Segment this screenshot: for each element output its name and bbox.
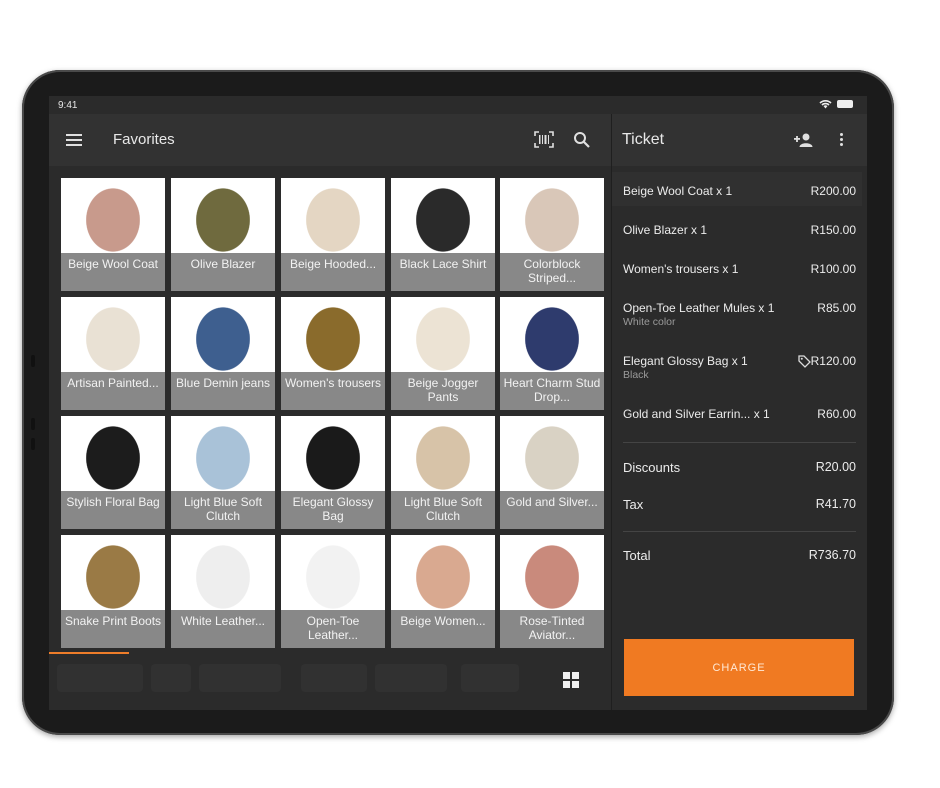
category-tab[interactable] bbox=[301, 664, 367, 692]
product-tile[interactable]: Beige Women... bbox=[391, 535, 495, 648]
product-image bbox=[500, 535, 604, 610]
discounts-row: Discounts R20.00 bbox=[623, 460, 856, 475]
divider bbox=[623, 442, 856, 443]
product-tile[interactable]: Heart Charm Stud Drop... bbox=[500, 297, 604, 410]
product-label: Rose-Tinted Aviator... bbox=[500, 610, 604, 648]
divider bbox=[623, 531, 856, 532]
product-tile[interactable]: Olive Blazer bbox=[171, 178, 275, 291]
product-image bbox=[171, 535, 275, 610]
product-label: White Leather... bbox=[171, 610, 275, 648]
product-label: Light Blue Soft Clutch bbox=[171, 491, 275, 529]
product-image bbox=[281, 178, 385, 253]
product-image bbox=[171, 416, 275, 491]
product-label: Beige Wool Coat bbox=[61, 253, 165, 291]
catalog-header: Favorites bbox=[49, 114, 611, 166]
total-row: Total R736.70 bbox=[623, 548, 856, 563]
product-label: Elegant Glossy Bag bbox=[281, 491, 385, 529]
battery-icon bbox=[837, 100, 853, 108]
category-tab[interactable] bbox=[461, 664, 519, 692]
category-tab[interactable] bbox=[57, 664, 143, 692]
product-label: Beige Hooded... bbox=[281, 253, 385, 291]
product-tile[interactable]: Colorblock Striped... bbox=[500, 178, 604, 291]
product-tile[interactable]: White Leather... bbox=[171, 535, 275, 648]
product-image bbox=[391, 416, 495, 491]
screen: 9:41 Favorites Beige Wool CoatOlive Bla bbox=[49, 96, 867, 710]
product-tile[interactable]: Beige Jogger Pants bbox=[391, 297, 495, 410]
status-time: 9:41 bbox=[58, 100, 78, 111]
product-image bbox=[281, 416, 385, 491]
ticket-title: Ticket bbox=[622, 131, 665, 148]
category-tab[interactable] bbox=[199, 664, 281, 692]
grid-view-icon[interactable] bbox=[563, 672, 579, 688]
product-label: Artisan Painted... bbox=[61, 372, 165, 410]
charge-button[interactable]: CHARGE bbox=[624, 639, 854, 696]
product-tile[interactable]: Beige Wool Coat bbox=[61, 178, 165, 291]
side-button bbox=[31, 418, 35, 430]
product-image bbox=[281, 297, 385, 372]
ticket-header: Ticket bbox=[612, 114, 867, 166]
category-tab[interactable] bbox=[151, 664, 191, 692]
product-tile[interactable]: Black Lace Shirt bbox=[391, 178, 495, 291]
product-image bbox=[391, 535, 495, 610]
product-label: Light Blue Soft Clutch bbox=[391, 491, 495, 529]
product-image bbox=[171, 297, 275, 372]
product-label: Open-Toe Leather... bbox=[281, 610, 385, 648]
add-customer-icon[interactable] bbox=[793, 132, 815, 148]
wifi-icon bbox=[819, 100, 832, 109]
product-tile[interactable]: Snake Print Boots bbox=[61, 535, 165, 648]
product-tile[interactable]: Light Blue Soft Clutch bbox=[171, 416, 275, 529]
product-image bbox=[500, 297, 604, 372]
product-label: Beige Jogger Pants bbox=[391, 372, 495, 410]
product-image bbox=[281, 535, 385, 610]
product-label: Gold and Silver... bbox=[500, 491, 604, 529]
active-category-indicator bbox=[49, 652, 129, 654]
product-image bbox=[61, 297, 165, 372]
search-icon[interactable] bbox=[573, 131, 591, 149]
product-tile[interactable]: Gold and Silver... bbox=[500, 416, 604, 529]
product-image bbox=[391, 178, 495, 253]
discount-tag-icon bbox=[798, 355, 811, 368]
product-label: Olive Blazer bbox=[171, 253, 275, 291]
status-bar: 9:41 bbox=[49, 96, 867, 114]
product-tile[interactable]: Beige Hooded... bbox=[281, 178, 385, 291]
barcode-scan-icon[interactable] bbox=[534, 131, 554, 148]
more-options-icon[interactable] bbox=[840, 133, 844, 147]
product-label: Heart Charm Stud Drop... bbox=[500, 372, 604, 410]
product-label: Women's trousers bbox=[281, 372, 385, 410]
product-tile[interactable]: Blue Demin jeans bbox=[171, 297, 275, 410]
product-label: Colorblock Striped... bbox=[500, 253, 604, 291]
category-tab[interactable] bbox=[375, 664, 447, 692]
product-tile[interactable]: Open-Toe Leather... bbox=[281, 535, 385, 648]
page-title: Favorites bbox=[113, 131, 175, 148]
product-image bbox=[61, 535, 165, 610]
product-image bbox=[500, 178, 604, 253]
ticket-panel: Beige Wool Coat x 1 R200.00 Olive Blazer… bbox=[612, 166, 867, 710]
product-image bbox=[61, 178, 165, 253]
product-tile[interactable]: Elegant Glossy Bag bbox=[281, 416, 385, 529]
product-tile[interactable]: Women's trousers bbox=[281, 297, 385, 410]
product-label: Snake Print Boots bbox=[61, 610, 165, 648]
product-image bbox=[61, 416, 165, 491]
product-label: Blue Demin jeans bbox=[171, 372, 275, 410]
side-button bbox=[31, 355, 35, 367]
tax-row: Tax R41.70 bbox=[623, 497, 856, 512]
product-label: Black Lace Shirt bbox=[391, 253, 495, 291]
product-tile[interactable]: Light Blue Soft Clutch bbox=[391, 416, 495, 529]
product-image bbox=[500, 416, 604, 491]
product-tile[interactable]: Rose-Tinted Aviator... bbox=[500, 535, 604, 648]
product-label: Stylish Floral Bag bbox=[61, 491, 165, 529]
side-button bbox=[31, 438, 35, 450]
hamburger-menu-icon[interactable] bbox=[66, 134, 82, 146]
product-tile[interactable]: Stylish Floral Bag bbox=[61, 416, 165, 529]
product-image bbox=[391, 297, 495, 372]
category-bar bbox=[49, 652, 611, 710]
product-label: Beige Women... bbox=[391, 610, 495, 648]
product-image bbox=[171, 178, 275, 253]
product-tile[interactable]: Artisan Painted... bbox=[61, 297, 165, 410]
